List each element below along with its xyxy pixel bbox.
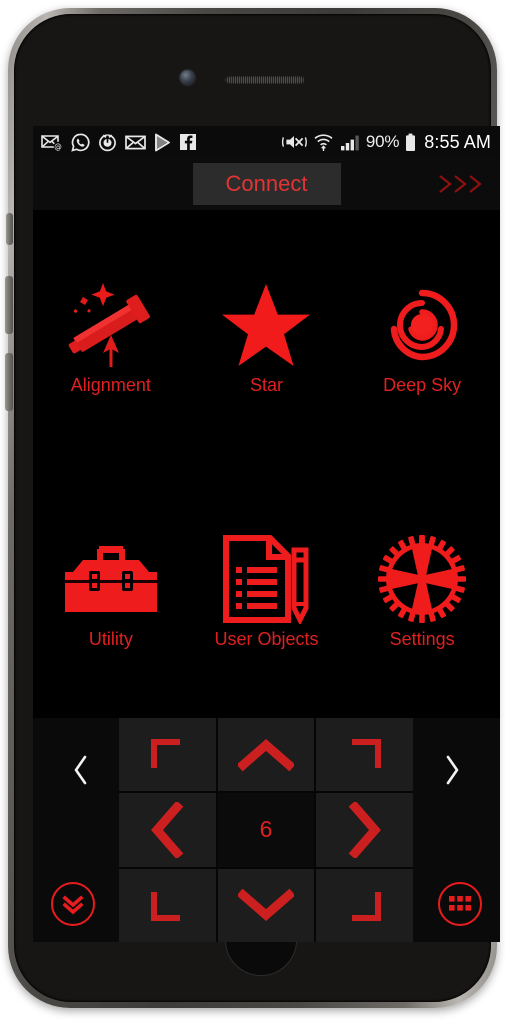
collapse-panel-button[interactable] xyxy=(51,882,95,926)
main-menu-grid: Alignment Star Deep Sky Utility User Obj… xyxy=(33,210,500,718)
front-camera-icon xyxy=(180,70,195,85)
corner-bottom-left-icon xyxy=(151,892,181,922)
vibrate-mute-icon xyxy=(281,136,307,148)
battery-full-icon xyxy=(406,133,416,151)
double-chevron-down-circle-icon xyxy=(62,895,84,915)
menu-tile-alignment[interactable]: Alignment xyxy=(33,210,189,464)
chevron-left-icon xyxy=(151,801,184,858)
dpad-top-right-button[interactable] xyxy=(316,718,413,792)
wifi-icon xyxy=(314,134,333,151)
chevron-down-icon xyxy=(237,888,294,922)
document-pencil-icon xyxy=(218,533,314,625)
menu-tile-settings[interactable]: Settings xyxy=(344,464,500,718)
dpad-bottom-right-button[interactable] xyxy=(316,868,413,942)
envelope-icon xyxy=(125,135,146,149)
corner-top-left-icon xyxy=(151,738,181,768)
toolbox-icon xyxy=(61,533,161,625)
dpad-down-button[interactable] xyxy=(217,868,315,942)
menu-tile-user-objects[interactable]: User Objects xyxy=(189,464,345,718)
menu-tile-label: User Objects xyxy=(214,628,319,649)
gear-icon xyxy=(376,533,468,625)
previous-page-arrow[interactable] xyxy=(71,754,91,791)
menu-tile-label: Deep Sky xyxy=(383,374,462,395)
dpad-left-button[interactable] xyxy=(119,793,216,867)
menu-tile-label: Star xyxy=(249,374,283,395)
menu-tile-utility[interactable]: Utility xyxy=(33,464,189,718)
star-icon xyxy=(220,279,312,371)
menu-tile-star[interactable]: Star xyxy=(189,210,345,464)
menu-tile-deep-sky[interactable]: Deep Sky xyxy=(344,210,500,464)
galaxy-spiral-icon xyxy=(376,279,468,371)
next-page-arrow[interactable] xyxy=(442,754,462,791)
status-bar: @ 90% 8:55 AM xyxy=(33,126,500,158)
grid-squares-circle-icon xyxy=(449,896,471,911)
chevron-right-icon xyxy=(348,801,381,858)
menu-tile-label: Utility xyxy=(88,628,133,649)
telescope-icon xyxy=(59,279,163,371)
chevron-up-icon xyxy=(237,738,294,772)
direction-pad-area: 6 xyxy=(33,718,500,942)
battery-percent-label: 90% xyxy=(365,132,400,151)
triple-chevron-right-icon[interactable] xyxy=(436,171,490,197)
cellular-signal-icon xyxy=(340,135,359,150)
keypad-button[interactable] xyxy=(438,882,482,926)
status-bar-clock: 8:55 AM xyxy=(424,131,491,152)
corner-bottom-right-icon xyxy=(351,892,381,922)
menu-tile-label: Alignment xyxy=(70,374,151,395)
mute-switch[interactable] xyxy=(6,213,13,245)
dpad-up-button[interactable] xyxy=(217,718,315,792)
alarm-clock-icon xyxy=(99,133,116,151)
svg-text:@: @ xyxy=(54,142,62,151)
connect-bar: Connect xyxy=(33,158,500,210)
dpad-right-button[interactable] xyxy=(316,793,413,867)
email-at-icon: @ xyxy=(41,134,63,151)
volume-down-button[interactable] xyxy=(5,353,13,411)
play-store-icon xyxy=(155,133,170,151)
corner-top-right-icon xyxy=(351,738,381,768)
connect-button[interactable]: Connect xyxy=(192,163,341,205)
dpad-top-left-button[interactable] xyxy=(119,718,216,792)
phone-frame: @ 90% 8:55 AM Connect Alignment Star Dee… xyxy=(5,8,500,1008)
dpad-bottom-left-button[interactable] xyxy=(119,868,216,942)
facebook-icon xyxy=(180,134,196,150)
direction-pad-grid: 6 xyxy=(119,718,413,942)
menu-tile-label: Settings xyxy=(389,628,455,649)
dpad-speed-value[interactable]: 6 xyxy=(217,793,315,867)
whatsapp-icon xyxy=(71,133,90,152)
volume-up-button[interactable] xyxy=(5,276,13,334)
status-bar-notification-icons: @ xyxy=(41,133,197,152)
status-bar-system-icons: 90% 8:55 AM xyxy=(281,132,491,153)
earpiece-speaker xyxy=(225,76,305,84)
phone-screen: @ 90% 8:55 AM Connect Alignment Star Dee… xyxy=(33,126,500,942)
phone-bezel: @ 90% 8:55 AM Connect Alignment Star Dee… xyxy=(14,14,500,1002)
